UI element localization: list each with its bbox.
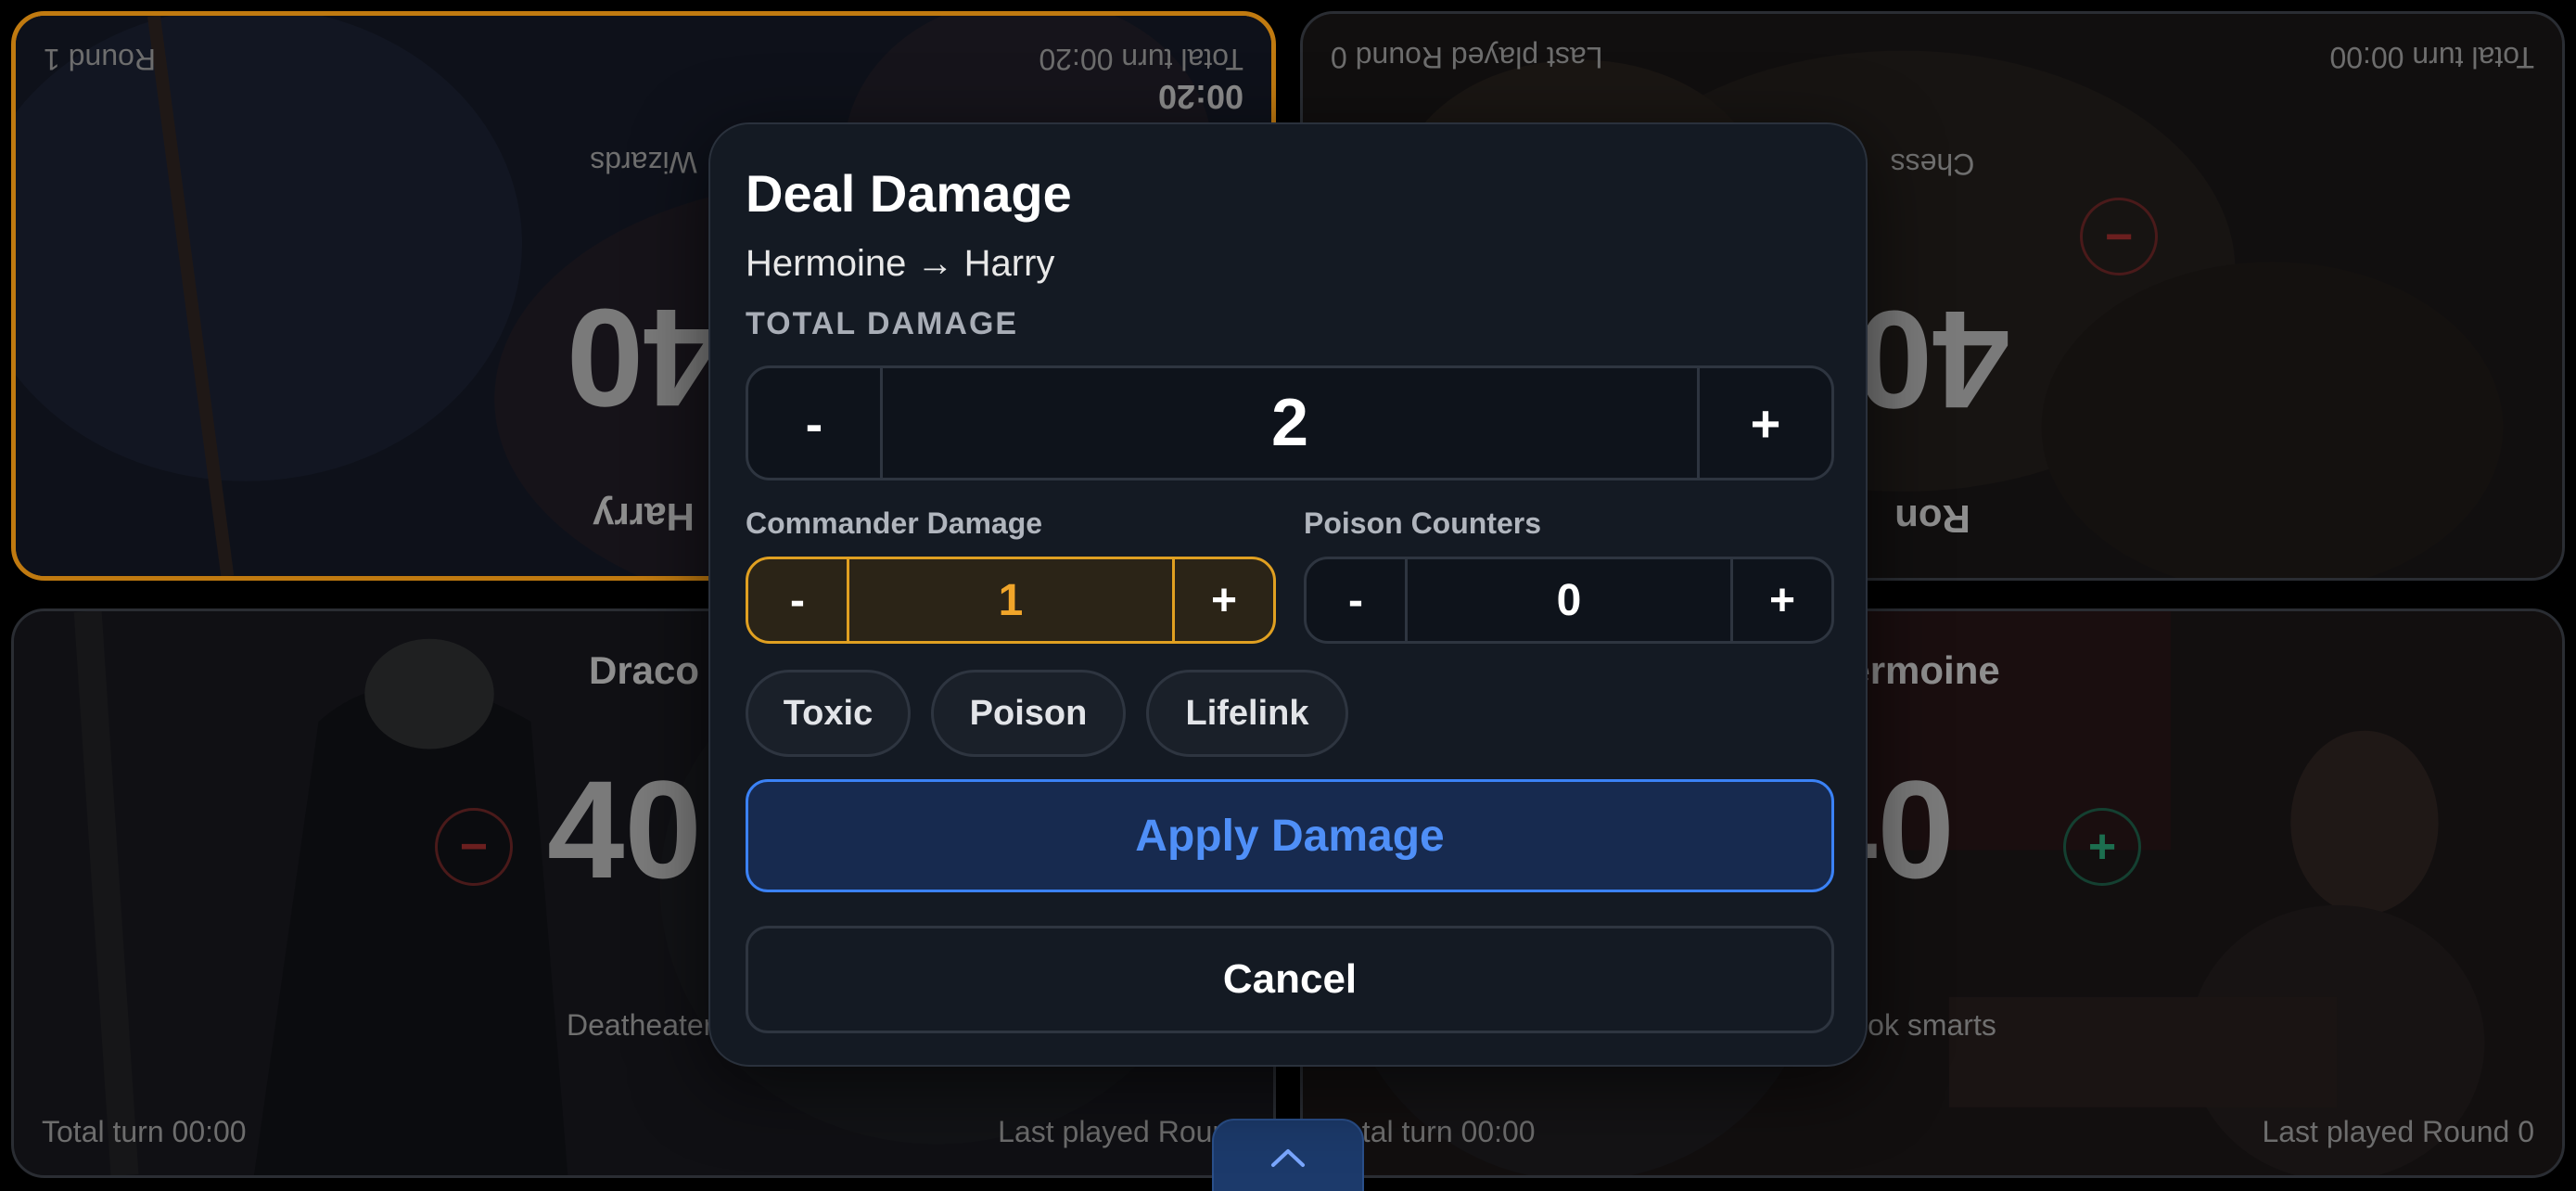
round-label: Round 1	[44, 43, 156, 76]
lifelink-toggle[interactable]: Lifelink	[1146, 670, 1348, 757]
toxic-toggle[interactable]: Toxic	[746, 670, 911, 757]
total-damage-value: 2	[880, 368, 1700, 478]
total-damage-increase-button[interactable]: +	[1700, 368, 1831, 478]
poison-toggle[interactable]: Poison	[931, 670, 1126, 757]
commander-damage-stepper: - 1 +	[746, 557, 1276, 644]
poison-counters-stepper: - 0 +	[1304, 557, 1834, 644]
life-total: 40	[547, 751, 702, 907]
total-damage-label: TOTAL DAMAGE	[746, 306, 1019, 341]
round-label: Last played Round 0	[1331, 41, 1603, 74]
poison-counters-value: 0	[1405, 559, 1733, 641]
total-damage-decrease-button[interactable]: -	[748, 368, 880, 478]
commander-damage-label: Commander Damage	[746, 506, 1043, 540]
player-name: Draco	[589, 648, 700, 692]
commander-damage-decrease-button[interactable]: -	[748, 559, 847, 641]
commander-damage-value: 1	[847, 559, 1175, 641]
cancel-button[interactable]: Cancel	[746, 926, 1834, 1033]
increase-life-button[interactable]: +	[2063, 808, 2141, 886]
round-label: Last played Round	[998, 1115, 1245, 1148]
round-label: Last played Round 0	[2262, 1115, 2534, 1148]
dialog-title: Deal Damage	[746, 164, 1072, 223]
damage-source-target: Hermoine → Harry	[746, 243, 1055, 284]
apply-damage-button[interactable]: Apply Damage	[746, 779, 1834, 892]
game-board: Harry 40 Wizards Total turn 00:20 00:20 …	[0, 0, 2576, 1191]
deal-damage-dialog: Deal Damage Hermoine → Harry TOTAL DAMAG…	[708, 122, 1868, 1067]
decrease-life-button[interactable]: −	[2080, 198, 2158, 275]
chevron-up-icon	[1271, 1149, 1305, 1167]
player-subtitle: Deatheater	[567, 1008, 714, 1042]
poison-counters-decrease-button[interactable]: -	[1307, 559, 1405, 641]
poison-counters-label: Poison Counters	[1304, 506, 1542, 540]
total-turn-time: Total turn 00:00	[42, 1115, 247, 1148]
total-turn-time: Total turn 00:00	[2329, 41, 2534, 74]
total-damage-stepper: - 2 +	[746, 365, 1834, 480]
poison-counters-increase-button[interactable]: +	[1733, 559, 1831, 641]
turn-timer: 00:20	[1157, 78, 1243, 116]
decrease-life-button[interactable]: −	[435, 808, 513, 886]
drawer-toggle-button[interactable]	[1212, 1119, 1364, 1191]
commander-damage-increase-button[interactable]: +	[1175, 559, 1273, 641]
total-turn-time: Total turn 00:20	[1039, 43, 1243, 76]
